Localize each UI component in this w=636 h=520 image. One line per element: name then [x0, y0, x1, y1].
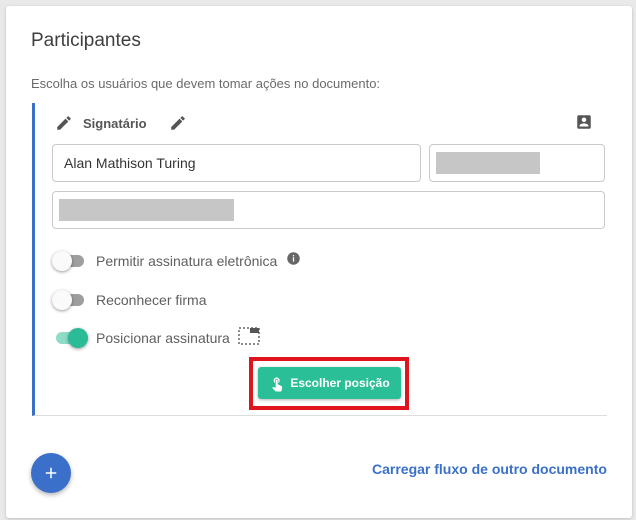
pencil-icon	[170, 116, 185, 130]
contact-card-icon	[577, 115, 591, 129]
position-signature-label: Posicionar assinatura	[96, 330, 230, 346]
electronic-signature-label: Permitir assinatura eletrônica	[96, 253, 278, 269]
select-contact-button[interactable]	[575, 113, 593, 131]
name-field-wrapper	[52, 144, 421, 182]
touch-icon	[269, 375, 285, 392]
load-flow-link[interactable]: Carregar fluxo de outro documento	[372, 461, 607, 477]
electronic-signature-option: Permitir assinatura eletrônica	[52, 250, 301, 272]
card-title: Participantes	[31, 30, 141, 51]
recognize-signature-toggle[interactable]	[52, 290, 88, 310]
redacted-email	[436, 152, 540, 174]
email-field-wrapper	[429, 144, 605, 182]
plus-icon	[45, 467, 57, 479]
role-label: Signatário	[83, 115, 147, 131]
participant-block: Signatário Permitir assinatura eletrônic…	[32, 103, 607, 416]
electronic-signature-toggle[interactable]	[52, 251, 88, 271]
recognize-signature-option: Reconhecer firma	[52, 289, 207, 311]
cpf-field-wrapper	[52, 191, 605, 229]
add-participant-button[interactable]	[31, 453, 71, 493]
name-field[interactable]	[53, 145, 420, 181]
choose-position-button[interactable]: Escolher posição	[258, 367, 401, 399]
info-icon[interactable]	[286, 251, 301, 271]
role-row: Signatário	[55, 112, 187, 134]
signature-position-icon	[238, 326, 260, 350]
recognize-signature-label: Reconhecer firma	[96, 292, 207, 308]
pen-icon	[55, 114, 73, 132]
position-signature-option: Posicionar assinatura	[52, 326, 260, 350]
choose-position-label: Escolher posição	[290, 376, 390, 390]
card-subtitle: Escolha os usuários que devem tomar açõe…	[31, 76, 381, 91]
redacted-cpf	[59, 199, 234, 221]
edit-role-button[interactable]	[169, 114, 187, 132]
participants-card: Participantes Escolha os usuários que de…	[6, 6, 632, 518]
position-signature-toggle[interactable]	[52, 328, 88, 348]
